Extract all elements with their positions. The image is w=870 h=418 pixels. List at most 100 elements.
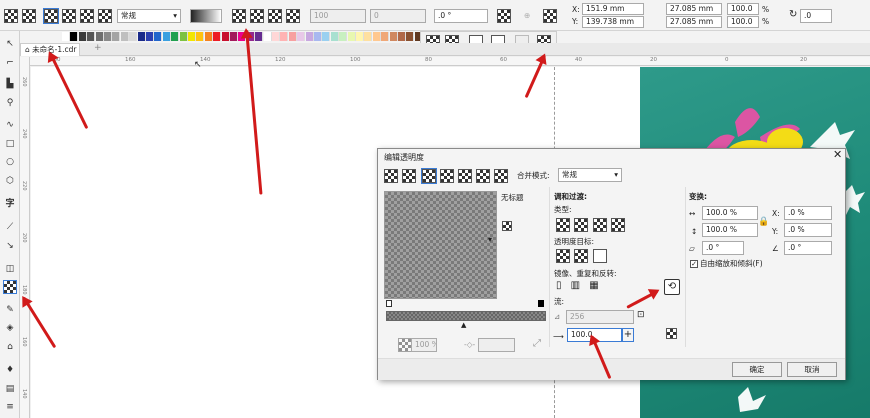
palette-swatch[interactable] bbox=[280, 32, 289, 41]
palette-swatch[interactable] bbox=[70, 32, 79, 41]
fill-height-field[interactable]: 100.0 % bbox=[702, 223, 758, 237]
palette-swatch[interactable] bbox=[146, 32, 154, 41]
rectangular-fountain-icon[interactable] bbox=[286, 9, 300, 23]
rotation-field[interactable]: .0 bbox=[800, 9, 832, 23]
reverse-button[interactable]: ⟲ bbox=[664, 279, 680, 295]
merge-mode-select[interactable]: 常规 ▾ bbox=[117, 9, 181, 23]
x-offset-field[interactable]: .0 % bbox=[784, 206, 832, 220]
fill-width-field[interactable]: 100.0 % bbox=[702, 206, 758, 220]
scale-h-field[interactable]: 100.0 bbox=[727, 16, 759, 28]
steps-field[interactable]: 256 bbox=[566, 310, 634, 324]
pick-tool-icon[interactable]: ↖ bbox=[4, 38, 16, 50]
lock-steps-icon[interactable]: ⊡ bbox=[637, 310, 645, 320]
lock-ratio-icon[interactable]: 🔒 bbox=[758, 217, 769, 227]
outline-pen-icon[interactable]: ♦ bbox=[4, 364, 16, 376]
node-transparency-field[interactable]: 100 % bbox=[411, 338, 437, 352]
palette-swatch[interactable] bbox=[272, 32, 280, 41]
fountain-picker[interactable] bbox=[190, 9, 222, 23]
polygon-tool-icon[interactable]: ⬡ bbox=[4, 175, 16, 187]
dlg-merge-select[interactable]: 常规 ▾ bbox=[558, 168, 622, 182]
palette-swatch[interactable] bbox=[137, 32, 146, 41]
dlg-none-icon[interactable] bbox=[384, 169, 398, 183]
target-outline-icon[interactable] bbox=[574, 249, 588, 263]
interactive-fill-tool-icon[interactable]: ◈ bbox=[4, 322, 16, 334]
settings-icon[interactable]: ≡ bbox=[4, 401, 16, 413]
palette-swatch[interactable] bbox=[297, 32, 306, 41]
elliptical-type-icon[interactable] bbox=[574, 218, 588, 232]
palette-swatch[interactable] bbox=[389, 32, 398, 41]
palette-swatch[interactable] bbox=[263, 32, 272, 41]
palette-swatch[interactable] bbox=[78, 32, 87, 41]
acceleration-add-button[interactable]: + bbox=[622, 328, 634, 342]
smooth-blend-icon[interactable] bbox=[666, 328, 677, 339]
transparency-preview[interactable] bbox=[384, 191, 497, 299]
palette-swatch[interactable] bbox=[62, 32, 70, 41]
target-all-icon[interactable] bbox=[593, 249, 607, 263]
palette-swatch[interactable] bbox=[381, 32, 390, 41]
palette-swatch[interactable] bbox=[179, 32, 188, 41]
conical-fountain-icon[interactable] bbox=[268, 9, 282, 23]
mirror-repeat-icons[interactable]: ▯ ▥ ▦ bbox=[556, 281, 602, 291]
dlg-uniform-icon[interactable] bbox=[402, 169, 416, 183]
palette-swatch[interactable] bbox=[347, 32, 356, 41]
palette-swatch[interactable] bbox=[112, 32, 121, 41]
smart-fill-tool-icon[interactable]: ⌂ bbox=[4, 341, 16, 353]
elliptical-fountain-icon[interactable] bbox=[250, 9, 264, 23]
palette-swatch[interactable] bbox=[129, 32, 138, 41]
vector-pattern-transparency-icon[interactable] bbox=[80, 9, 94, 23]
fade-field[interactable]: 0 bbox=[370, 9, 426, 23]
start-node-marker[interactable] bbox=[386, 300, 392, 307]
palette-swatch[interactable] bbox=[406, 32, 415, 41]
height-field[interactable]: 27.085 mm bbox=[666, 16, 722, 28]
close-icon[interactable]: ✕ bbox=[833, 149, 842, 160]
bitmap-pattern-transparency-icon[interactable] bbox=[98, 9, 112, 23]
dlg-twocolor-pattern-icon[interactable] bbox=[476, 169, 490, 183]
palette-swatch[interactable] bbox=[162, 32, 171, 41]
save-preset-icon[interactable] bbox=[502, 221, 512, 231]
dlg-texture-icon[interactable] bbox=[494, 169, 508, 183]
palette-swatch[interactable] bbox=[288, 32, 297, 41]
palette-swatch[interactable] bbox=[213, 32, 222, 41]
dlg-fountain-icon[interactable] bbox=[421, 168, 437, 184]
text-tool-icon[interactable]: 字 bbox=[4, 198, 16, 210]
target-fill-icon[interactable] bbox=[556, 249, 570, 263]
free-scale-checkbox[interactable]: ✓ bbox=[690, 260, 698, 268]
y-position-field[interactable]: 139.738 mm bbox=[582, 16, 644, 28]
palette-swatch[interactable] bbox=[356, 32, 364, 41]
freehand-tool-icon[interactable]: ∿ bbox=[4, 119, 16, 131]
palette-swatch[interactable] bbox=[364, 32, 373, 41]
dlg-bitmap-pattern-icon[interactable] bbox=[458, 169, 472, 183]
drop-shadow-tool-icon[interactable]: ◫ bbox=[4, 263, 16, 275]
palette-swatch[interactable] bbox=[104, 32, 112, 41]
palette-swatch[interactable] bbox=[196, 32, 205, 41]
dlg-vector-pattern-icon[interactable] bbox=[440, 169, 454, 183]
palette-swatch[interactable] bbox=[305, 32, 314, 41]
palette-swatch[interactable] bbox=[255, 32, 264, 41]
palette-swatch[interactable] bbox=[87, 32, 96, 41]
cancel-button[interactable]: 取消 bbox=[787, 362, 837, 377]
linear-transparency-icon[interactable] bbox=[43, 8, 59, 24]
crop-tool-icon[interactable]: ▙ bbox=[4, 78, 16, 90]
fountain-transparency-icon[interactable] bbox=[62, 9, 76, 23]
linear-type-icon[interactable] bbox=[556, 218, 570, 232]
palette-swatch[interactable] bbox=[314, 32, 322, 41]
connector-tool-icon[interactable]: ↘ bbox=[4, 240, 16, 252]
palette-swatch[interactable] bbox=[204, 32, 213, 41]
opacity-field[interactable]: 100 bbox=[310, 9, 366, 23]
palette-swatch[interactable] bbox=[372, 32, 381, 41]
rectangular-type-icon[interactable] bbox=[611, 218, 625, 232]
no-transparency-icon[interactable] bbox=[4, 9, 18, 23]
ok-button[interactable]: 确定 bbox=[732, 362, 782, 377]
copy-transparency-icon[interactable] bbox=[543, 9, 557, 23]
x-position-field[interactable]: 151.9 mm bbox=[582, 3, 644, 15]
shape-tool-icon[interactable]: ⌐ bbox=[4, 57, 16, 69]
skew-field[interactable]: .0 ° bbox=[702, 241, 744, 255]
palette-swatch[interactable] bbox=[398, 32, 406, 41]
rectangle-tool-icon[interactable]: □ bbox=[4, 138, 16, 150]
palette-swatch[interactable] bbox=[120, 32, 129, 41]
chevron-down-icon[interactable]: ▾ bbox=[488, 235, 492, 244]
palette-swatch[interactable] bbox=[339, 32, 348, 41]
parallel-dimension-tool-icon[interactable]: ⟋ bbox=[4, 221, 16, 233]
palette-swatch[interactable] bbox=[330, 32, 339, 41]
eyedropper-tool-icon[interactable]: ✎ bbox=[4, 304, 16, 316]
